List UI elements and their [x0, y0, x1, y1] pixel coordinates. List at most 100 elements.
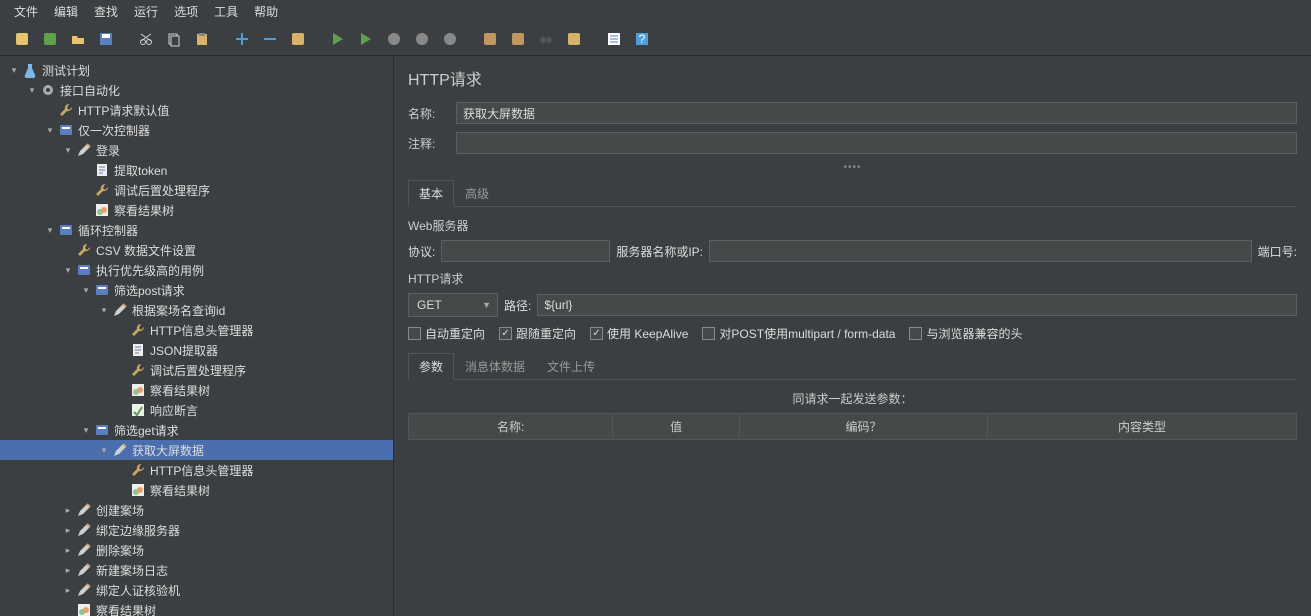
comment-input[interactable] — [456, 132, 1297, 154]
tree-toggle-icon[interactable]: ▾ — [44, 224, 56, 236]
tree-toggle-icon[interactable]: ▾ — [62, 264, 74, 276]
tab-高级[interactable]: 高级 — [454, 180, 500, 207]
tree-node-18[interactable]: ▾筛选get请求 — [0, 420, 393, 440]
tree-node-3[interactable]: ▾仅一次控制器 — [0, 120, 393, 140]
protocol-input[interactable] — [441, 240, 610, 262]
open-icon[interactable] — [66, 27, 90, 51]
col-值[interactable]: 值 — [613, 414, 740, 440]
split-handle[interactable]: •••• — [408, 162, 1297, 173]
tree-node-15[interactable]: 调试后置处理程序 — [0, 360, 393, 380]
paste-icon[interactable] — [190, 27, 214, 51]
tree-node-25[interactable]: ▸ 新建案场日志 — [0, 560, 393, 580]
tree-label: 新建案场日志 — [96, 562, 168, 579]
tree-toggle-icon[interactable]: ▾ — [44, 124, 56, 136]
menu-文件[interactable]: 文件 — [8, 1, 44, 22]
save-icon[interactable] — [94, 27, 118, 51]
subtab-1[interactable]: 消息体数据 — [454, 353, 536, 380]
checkbox-icon[interactable] — [499, 327, 512, 340]
menu-编辑[interactable]: 编辑 — [48, 1, 84, 22]
tree-node-0[interactable]: ▾测试计划 — [0, 60, 393, 80]
tree-toggle-icon[interactable]: ▾ — [8, 64, 20, 76]
tree-toggle-icon[interactable]: ▾ — [62, 144, 74, 156]
stop-all-icon[interactable] — [410, 27, 434, 51]
tree-node-16[interactable]: 察看结果树 — [0, 380, 393, 400]
tree-toggle-icon[interactable]: ▾ — [26, 84, 38, 96]
tree-node-11[interactable]: ▾筛选post请求 — [0, 280, 393, 300]
menu-选项[interactable]: 选项 — [168, 1, 204, 22]
col-名称:[interactable]: 名称: — [409, 414, 613, 440]
check-item-2[interactable]: 使用 KeepAlive — [590, 325, 688, 342]
menu-运行[interactable]: 运行 — [128, 1, 164, 22]
tree-toggle-icon[interactable]: ▸ — [62, 584, 74, 596]
tree-node-8[interactable]: ▾循环控制器 — [0, 220, 393, 240]
shutdown-icon[interactable] — [438, 27, 462, 51]
tree-node-14[interactable]: JSON提取器 — [0, 340, 393, 360]
tab-基本[interactable]: 基本 — [408, 180, 454, 207]
tree-node-10[interactable]: ▾执行优先级高的用例 — [0, 260, 393, 280]
tree-node-19[interactable]: ▾获取大屏数据 — [0, 440, 393, 460]
tree-node-24[interactable]: ▸删除案场 — [0, 540, 393, 560]
cut-icon[interactable] — [134, 27, 158, 51]
tree-node-5[interactable]: 提取token — [0, 160, 393, 180]
new-icon[interactable] — [10, 27, 34, 51]
tree-toggle-icon[interactable]: ▾ — [80, 424, 92, 436]
params-table[interactable]: 名称:值编码？内容类型 — [408, 413, 1297, 440]
check-item-3[interactable]: 对POST使用multipart / form-data — [702, 325, 895, 342]
checkbox-icon[interactable] — [702, 327, 715, 340]
stop-icon[interactable] — [382, 27, 406, 51]
run-icon[interactable] — [326, 27, 350, 51]
tree-node-1[interactable]: ▾接口自动化 — [0, 80, 393, 100]
tree-node-2[interactable]: HTTP请求默认值 — [0, 100, 393, 120]
tree-node-17[interactable]: 响应断言 — [0, 400, 393, 420]
broom1-icon[interactable] — [478, 27, 502, 51]
tree-node-27[interactable]: 察看结果树 — [0, 600, 393, 616]
tree-node-9[interactable]: CSV 数据文件设置 — [0, 240, 393, 260]
server-input[interactable] — [709, 240, 1252, 262]
run-next-icon[interactable] — [354, 27, 378, 51]
tree-toggle-icon[interactable]: ▾ — [98, 304, 110, 316]
check-item-0[interactable]: 自动重定向 — [408, 325, 485, 342]
tree-toggle-icon[interactable]: ▾ — [80, 284, 92, 296]
wrench-icon[interactable] — [286, 27, 310, 51]
check-item-4[interactable]: 与浏览器兼容的头 — [909, 325, 1022, 342]
subtab-0[interactable]: 参数 — [408, 353, 454, 380]
tree-panel[interactable]: ▾测试计划▾接口自动化HTTP请求默认值▾仅一次控制器▾登录提取token调试后… — [0, 56, 394, 616]
method-select[interactable]: GET — [408, 293, 498, 317]
tree-toggle-icon[interactable]: ▸ — [62, 564, 74, 576]
tree-toggle-icon[interactable]: ▾ — [98, 444, 110, 456]
checkbox-icon[interactable] — [590, 327, 603, 340]
checkbox-icon[interactable] — [408, 327, 421, 340]
binoculars-icon[interactable] — [534, 27, 558, 51]
col-编码？[interactable]: 编码？ — [739, 414, 987, 440]
menu-帮助[interactable]: 帮助 — [248, 1, 284, 22]
tree-node-21[interactable]: 察看结果树 — [0, 480, 393, 500]
tree-toggle-icon[interactable]: ▸ — [62, 504, 74, 516]
col-内容类型[interactable]: 内容类型 — [988, 414, 1297, 440]
plus-icon[interactable] — [230, 27, 254, 51]
menu-工具[interactable]: 工具 — [208, 1, 244, 22]
tree-node-23[interactable]: ▸绑定边缘服务器 — [0, 520, 393, 540]
name-input[interactable] — [456, 102, 1297, 124]
tree-node-22[interactable]: ▸创建案场 — [0, 500, 393, 520]
tree-toggle-icon[interactable]: ▸ — [62, 524, 74, 536]
tree-node-12[interactable]: ▾根据案场名查询id — [0, 300, 393, 320]
path-input[interactable] — [537, 294, 1297, 316]
tree-node-4[interactable]: ▾登录 — [0, 140, 393, 160]
tree-node-7[interactable]: 察看结果树 — [0, 200, 393, 220]
subtab-2[interactable]: 文件上传 — [536, 353, 606, 380]
broom2-icon[interactable] — [506, 27, 530, 51]
checkbox-icon[interactable] — [909, 327, 922, 340]
tree-node-26[interactable]: ▸绑定人证核验机 — [0, 580, 393, 600]
check-item-1[interactable]: 跟随重定向 — [499, 325, 576, 342]
list-icon[interactable] — [602, 27, 626, 51]
tree-toggle-icon[interactable]: ▸ — [62, 544, 74, 556]
broom3-icon[interactable] — [562, 27, 586, 51]
help-icon[interactable]: ? — [630, 27, 654, 51]
tree-node-20[interactable]: HTTP信息头管理器 — [0, 460, 393, 480]
menu-查找[interactable]: 查找 — [88, 1, 124, 22]
tree-node-13[interactable]: HTTP信息头管理器 — [0, 320, 393, 340]
tree-node-6[interactable]: 调试后置处理程序 — [0, 180, 393, 200]
copy-icon[interactable] — [162, 27, 186, 51]
minus-icon[interactable] — [258, 27, 282, 51]
templates-icon[interactable] — [38, 27, 62, 51]
